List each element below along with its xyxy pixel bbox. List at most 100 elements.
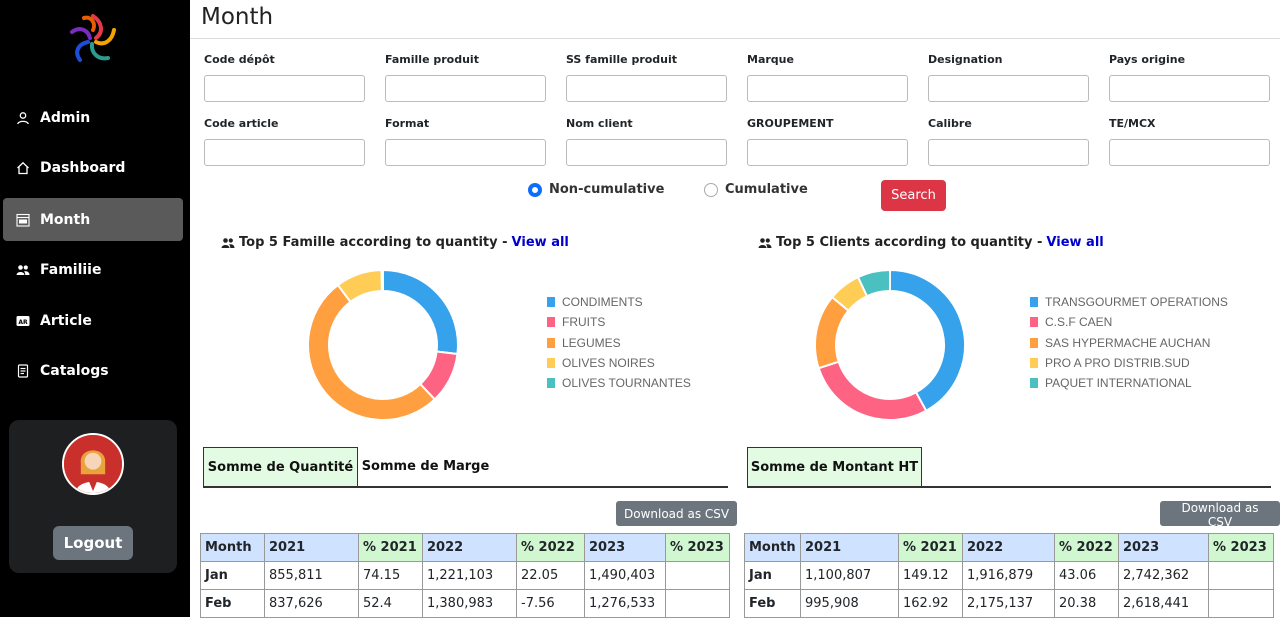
input-famille-produit[interactable]	[385, 75, 546, 102]
title-divider	[190, 38, 1280, 39]
table-cell: 74.15	[358, 561, 423, 590]
famille-legend: CONDIMENTS FRUITS LEGUMES OLIVES NOIRES OLIV…	[547, 292, 691, 393]
table-cell: 2,618,441	[1118, 589, 1209, 618]
label-format: Format	[385, 117, 430, 130]
left-tabs: Somme de Quantité Somme de Marge	[203, 447, 728, 488]
col-2021: 2021	[264, 533, 359, 562]
label-ss-famille-produit: SS famille produit	[566, 53, 678, 66]
legend-item[interactable]: TRANSGOURMET OPERATIONS	[1030, 292, 1228, 312]
legend-label: SAS HYPERMACHE AUCHAN	[1045, 335, 1211, 350]
nav-catalogs[interactable]: Catalogs	[3, 349, 183, 392]
legend-item[interactable]: SAS HYPERMACHE AUCHAN	[1030, 333, 1228, 353]
left-data-table: Month 2021 % 2021 2022 % 2022 2023 % 202…	[200, 533, 730, 618]
nav-admin[interactable]: Admin	[3, 96, 183, 139]
input-nom-client[interactable]	[566, 139, 727, 166]
table-row: Jan 855,811 74.15 1,221,103 22.05 1,490,…	[200, 561, 730, 590]
legend-swatch	[547, 297, 555, 308]
label-groupement: GROUPEMENT	[747, 117, 834, 130]
input-designation[interactable]	[928, 75, 1089, 102]
legend-swatch	[1030, 378, 1038, 389]
radio-cumulative-label: Cumulative	[725, 182, 808, 197]
search-button[interactable]: Search	[881, 180, 946, 211]
donut-slice-transgourmet-operations[interactable]	[889, 268, 966, 413]
tab-somme-marge[interactable]: Somme de Marge	[358, 447, 493, 486]
user-card: Logout	[9, 420, 177, 573]
right-chart-title-text: Top 5 Clients according to quantity -	[776, 235, 1043, 250]
col-2022: 2022	[422, 533, 517, 562]
legend-label: PAQUET INTERNATIONAL	[1045, 376, 1192, 391]
clients-legend: TRANSGOURMET OPERATIONS C.S.F CAEN SAS HYP…	[1030, 292, 1228, 393]
legend-label: FRUITS	[562, 315, 606, 330]
legend-item[interactable]: OLIVES NOIRES	[547, 353, 691, 373]
col-2022: 2022	[962, 533, 1055, 562]
legend-label: OLIVES TOURNANTES	[562, 376, 691, 391]
label-code-article: Code article	[204, 117, 279, 130]
legend-item[interactable]: OLIVES TOURNANTES	[547, 373, 691, 393]
legend-item[interactable]: FRUITS	[547, 312, 691, 332]
tab-somme-quantite[interactable]: Somme de Quantité	[203, 447, 358, 486]
legend-swatch	[547, 358, 555, 369]
right-tabs: Somme de Montant HT	[747, 447, 1271, 488]
nav-dashboard-label: Dashboard	[40, 159, 126, 176]
donut-slice-c-s-f-caen[interactable]	[817, 360, 928, 421]
left-download-csv-button[interactable]: Download as CSV	[616, 501, 738, 526]
table-cell: 1,100,807	[800, 561, 899, 590]
table-cell: 837,626	[264, 589, 359, 618]
legend-swatch	[1030, 297, 1038, 308]
input-marque[interactable]	[747, 75, 908, 102]
legend-item[interactable]: C.S.F CAEN	[1030, 312, 1228, 332]
table-cell: 995,908	[800, 589, 899, 618]
donut-slice-legumes[interactable]	[307, 283, 437, 421]
famille-donut-chart	[307, 268, 459, 421]
col-month: Month	[744, 533, 801, 562]
label-pays-origine: Pays origine	[1109, 53, 1186, 66]
radio-dot[interactable]	[704, 182, 718, 197]
legend-item[interactable]: CONDIMENTS	[547, 292, 691, 312]
donut-slice-sas-hypermache-auchan[interactable]	[814, 295, 850, 370]
input-groupement[interactable]	[747, 139, 908, 166]
input-te-mcx[interactable]	[1109, 139, 1270, 166]
nav-familiie[interactable]: Familiie	[3, 248, 183, 291]
table-cell: 52.4	[358, 589, 423, 618]
tab-somme-montant-ht[interactable]: Somme de Montant HT	[747, 447, 922, 486]
label-calibre: Calibre	[928, 117, 972, 130]
nav-familiie-label: Familiie	[40, 261, 102, 278]
table-cell: 162.92	[898, 589, 963, 618]
legend-swatch	[547, 378, 555, 389]
input-ss-famille-produit[interactable]	[566, 75, 727, 102]
users-icon	[758, 237, 772, 248]
label-designation: Designation	[928, 53, 1003, 66]
nav-article[interactable]: AR Article	[3, 299, 183, 342]
input-code-article[interactable]	[204, 139, 365, 166]
donut-slice-olives-tournantes[interactable]	[380, 268, 384, 293]
user-icon	[16, 111, 30, 125]
legend-item[interactable]: PAQUET INTERNATIONAL	[1030, 373, 1228, 393]
input-pays-origine[interactable]	[1109, 75, 1270, 102]
radio-dot-selected[interactable]	[528, 182, 542, 197]
table-cell	[665, 561, 730, 590]
radio-cumulative[interactable]: Cumulative	[704, 182, 808, 197]
table-row: Jan 1,100,807 149.12 1,916,879 43.06 2,7…	[744, 561, 1274, 590]
left-view-all-link[interactable]: View all	[512, 235, 569, 250]
donut-slice-condiments[interactable]	[382, 268, 459, 356]
nav-month[interactable]: Month	[3, 198, 183, 241]
legend-label: OLIVES NOIRES	[562, 356, 655, 371]
radio-non-cumulative[interactable]: Non-cumulative	[528, 182, 664, 197]
legend-swatch	[1030, 317, 1038, 328]
col-pct-2022: % 2022	[1054, 533, 1119, 562]
legend-item[interactable]: PRO A PRO DISTRIB.SUD	[1030, 353, 1228, 373]
legend-item[interactable]: LEGUMES	[547, 333, 691, 353]
input-format[interactable]	[385, 139, 546, 166]
right-view-all-link[interactable]: View all	[1046, 235, 1103, 250]
nav-catalogs-label: Catalogs	[40, 362, 109, 379]
label-code-depot: Code dépôt	[204, 53, 275, 66]
left-chart-title-text: Top 5 Famille according to quantity -	[239, 235, 508, 250]
table-cell: 855,811	[264, 561, 359, 590]
users-icon	[221, 237, 235, 248]
nav-dashboard[interactable]: Dashboard	[3, 146, 183, 189]
input-code-depot[interactable]	[204, 75, 365, 102]
logout-button[interactable]: Logout	[53, 526, 133, 560]
input-calibre[interactable]	[928, 139, 1089, 166]
app-logo	[70, 14, 116, 62]
right-download-csv-button[interactable]: Download as CSV	[1160, 501, 1280, 529]
